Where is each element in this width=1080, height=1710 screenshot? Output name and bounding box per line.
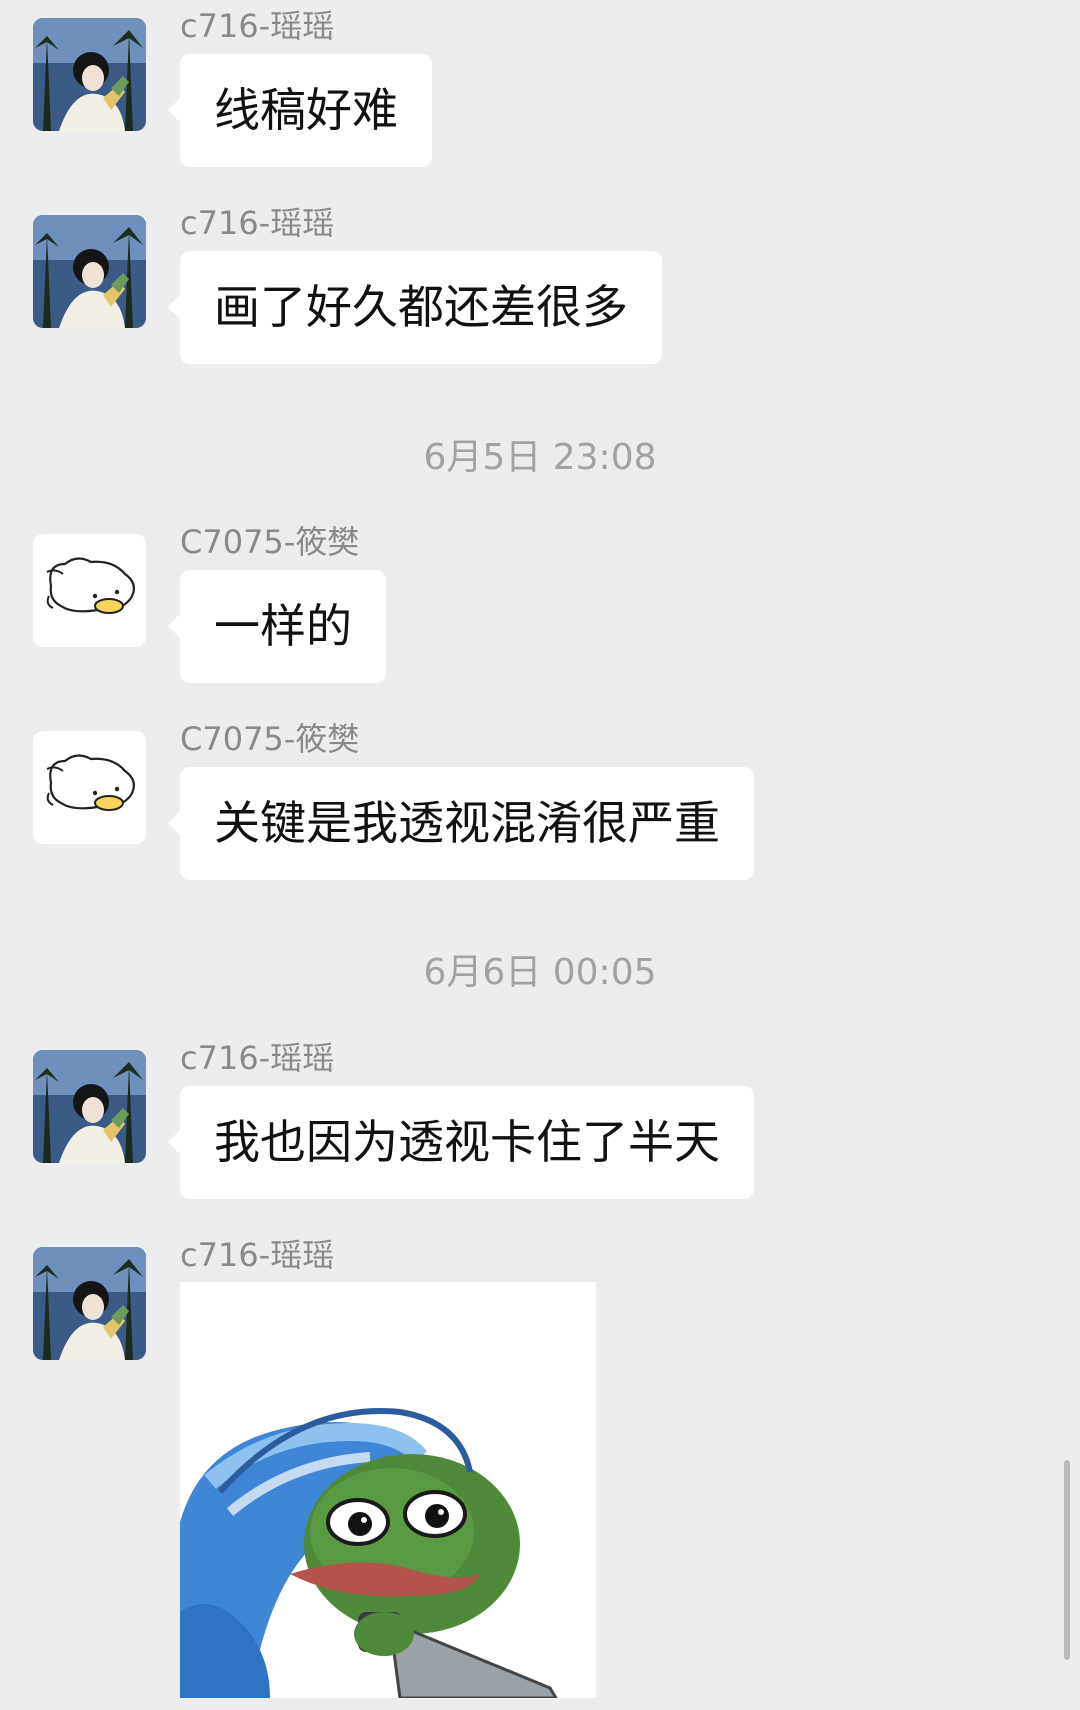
message-bubble[interactable]: 画了好久都还差很多 [168,251,662,364]
sender-avatar[interactable] [33,1050,146,1163]
sender-name: c716-瑶瑶 [180,7,335,45]
pepe-frog-sticker-image [180,1282,596,1698]
sender-avatar[interactable] [33,731,146,844]
timestamp-divider: 6月5日 23:08 [423,437,657,478]
sender-avatar[interactable] [33,534,146,647]
sender-name: c716-瑶瑶 [180,1236,335,1274]
sender-avatar[interactable] [33,215,146,328]
sender-name: C7075-筱樊 [180,720,360,758]
pepe-frog-blanket-sticker[interactable] [180,1282,596,1698]
message-bubble[interactable]: 线稿好难 [168,54,432,167]
message-bubble[interactable]: 一样的 [168,570,386,683]
sender-avatar[interactable] [33,1247,146,1360]
message-bubble[interactable]: 关键是我透视混淆很严重 [168,767,754,880]
sender-name: c716-瑶瑶 [180,1039,335,1077]
scrollbar[interactable] [1064,1460,1070,1660]
message-bubble[interactable]: 我也因为透视卡住了半天 [168,1086,754,1199]
sender-name: c716-瑶瑶 [180,204,335,242]
sender-avatar[interactable] [33,18,146,131]
chat-message-list[interactable]: c716-瑶瑶 线稿好难 c716-瑶瑶 画了好久都还差很多 6月5日 23:0… [0,0,1080,1710]
timestamp-divider: 6月6日 00:05 [423,952,657,993]
sender-name: C7075-筱樊 [180,523,360,561]
